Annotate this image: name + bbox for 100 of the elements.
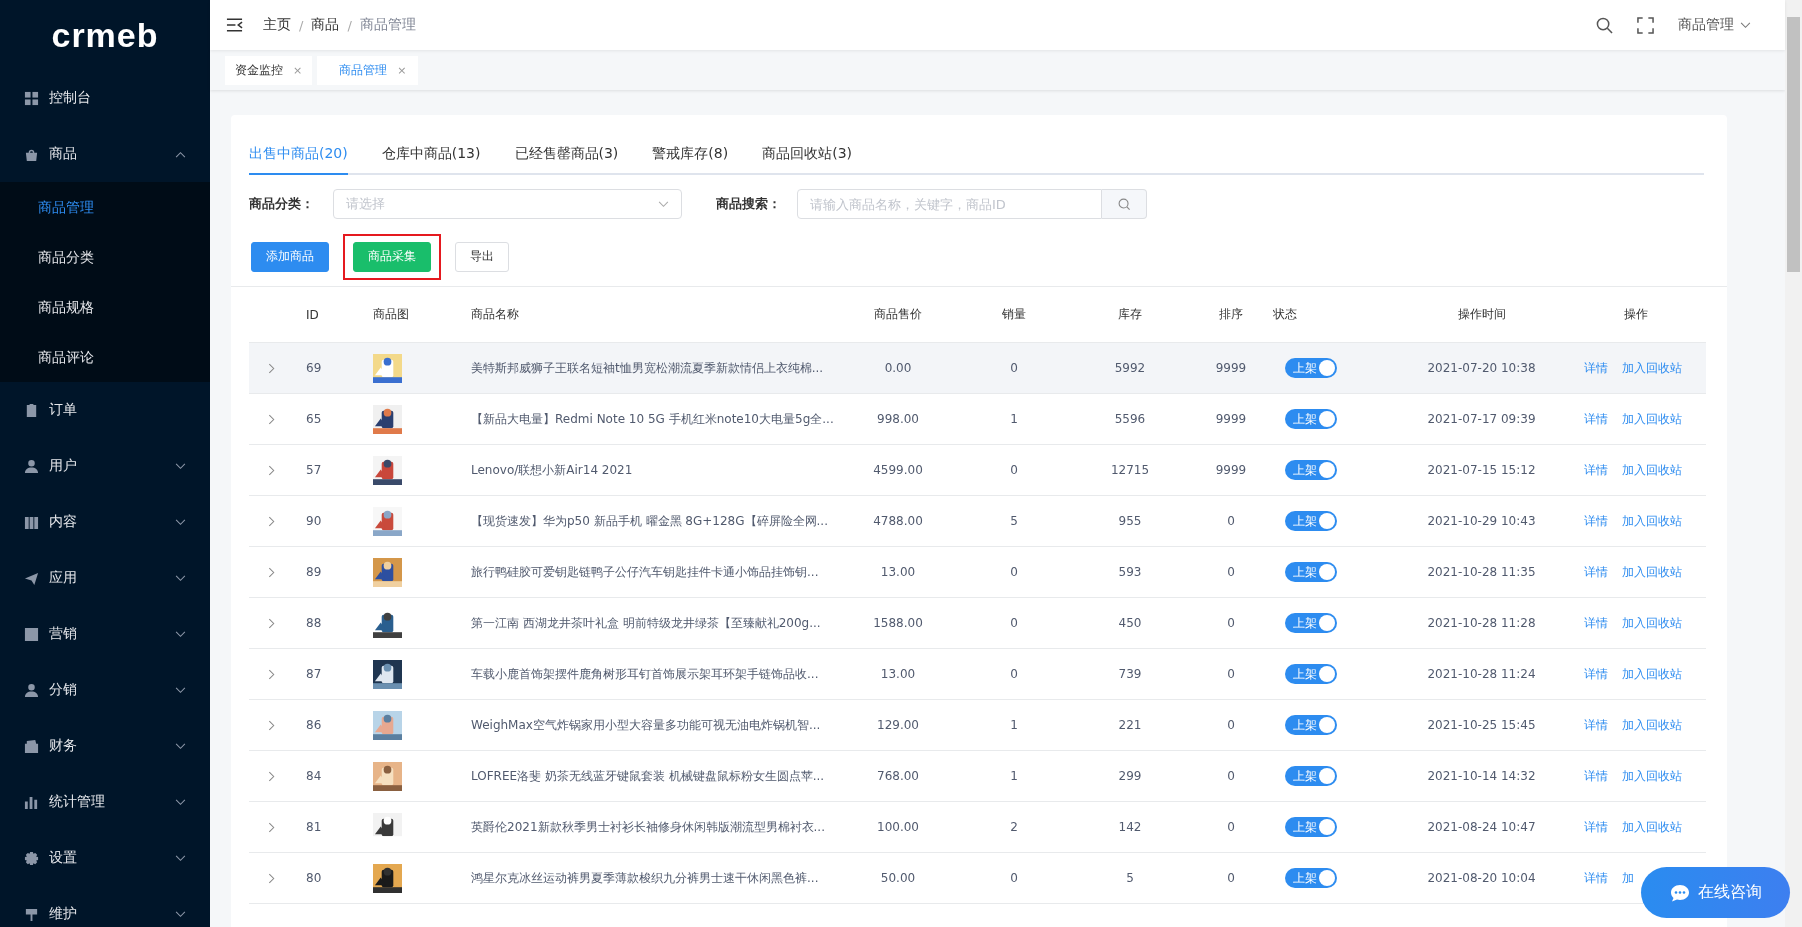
menu-item[interactable]: 应用 (0, 550, 210, 606)
action-link[interactable]: 加入回收站 (1622, 665, 1682, 683)
status-switch[interactable]: 上架 (1285, 715, 1337, 735)
table-cell: 129.00 (877, 718, 919, 732)
search-icon[interactable] (1596, 16, 1613, 34)
status-switch[interactable]: 上架 (1285, 409, 1337, 429)
action-link[interactable]: 加 (1622, 869, 1634, 887)
table-cell: 4788.00 (873, 514, 923, 528)
action-link[interactable]: 加入回收站 (1622, 512, 1682, 530)
status-switch[interactable]: 上架 (1285, 664, 1337, 684)
status-switch[interactable]: 上架 (1285, 613, 1337, 633)
action-link[interactable]: 详情 (1584, 614, 1608, 632)
table-cell: 84 (306, 769, 322, 783)
table-cell: 0 (1010, 565, 1018, 579)
expand-icon[interactable] (268, 770, 275, 782)
page-tag[interactable]: 资金监控 × (225, 55, 313, 85)
action-link[interactable]: 详情 (1584, 665, 1608, 683)
action-button[interactable]: 添加商品 (251, 241, 329, 272)
action-button[interactable]: 导出 (455, 241, 509, 272)
menu-item[interactable]: 商品 (0, 126, 210, 182)
expand-icon[interactable] (268, 413, 275, 425)
action-link[interactable]: 加入回收站 (1622, 461, 1682, 479)
action-link[interactable]: 详情 (1584, 410, 1608, 428)
status-switch[interactable]: 上架 (1285, 511, 1337, 531)
action-link[interactable]: 加入回收站 (1622, 563, 1682, 581)
expand-icon[interactable] (268, 515, 275, 527)
tab[interactable]: 仓库中商品(13) (381, 145, 481, 175)
expand-icon[interactable] (268, 821, 275, 833)
action-link[interactable]: 详情 (1584, 869, 1608, 887)
expand-icon[interactable] (268, 362, 275, 374)
search-field[interactable]: 请输入商品名称，关键字，商品ID (797, 189, 1102, 219)
action-link[interactable]: 详情 (1584, 512, 1608, 530)
menu-item[interactable]: 设置 (0, 830, 210, 886)
menu-item[interactable]: 用户 (0, 438, 210, 494)
action-link[interactable]: 详情 (1584, 461, 1608, 479)
page-tag[interactable]: 商品管理 × (317, 55, 419, 85)
status-switch[interactable]: 上架 (1285, 817, 1337, 837)
menu-item[interactable]: 维护 (0, 886, 210, 927)
scrollbar[interactable] (1785, 0, 1802, 927)
action-button[interactable]: 商品采集 (353, 241, 431, 272)
status-switch[interactable]: 上架 (1285, 562, 1337, 582)
tab[interactable]: 已经售罄商品(3) (514, 145, 619, 175)
action-link[interactable]: 详情 (1584, 359, 1608, 377)
table-cell: 0 (1227, 616, 1235, 630)
submenu-item[interactable]: 商品分类 (0, 232, 210, 282)
tab[interactable]: 商品回收站(3) (762, 145, 853, 175)
status-switch[interactable]: 上架 (1285, 766, 1337, 786)
chevron-icon (175, 742, 186, 750)
breadcrumb-item[interactable]: 商品 (311, 16, 340, 34)
action-link[interactable]: 加入回收站 (1622, 359, 1682, 377)
action-link[interactable]: 加入回收站 (1622, 716, 1682, 734)
table-cell: 0 (1010, 616, 1018, 630)
table-cell: 0 (1227, 718, 1235, 732)
chat-button[interactable]: 在线咨询 (1641, 867, 1790, 918)
menu-icon[interactable] (226, 18, 243, 32)
expand-icon[interactable] (268, 719, 275, 731)
action-link[interactable]: 加入回收站 (1622, 410, 1682, 428)
expand-icon[interactable] (268, 668, 275, 680)
column-header: 商品名称 (471, 306, 519, 323)
menu-item[interactable]: 营销 (0, 606, 210, 662)
table-cell: 50.00 (880, 871, 916, 885)
status-switch[interactable]: 上架 (1285, 868, 1337, 888)
submenu-item[interactable]: 商品评论 (0, 332, 210, 382)
action-link[interactable]: 加入回收站 (1622, 818, 1682, 836)
expand-icon[interactable] (268, 872, 275, 884)
column-header: 操作时间 (1457, 306, 1506, 323)
submenu-item[interactable]: 商品管理 (0, 182, 210, 232)
action-link[interactable]: 详情 (1584, 818, 1608, 836)
menu-item[interactable]: 统计管理 (0, 774, 210, 830)
user-menu[interactable]: 商品管理 (1678, 16, 1734, 34)
action-link[interactable]: 加入回收站 (1622, 767, 1682, 785)
search-button[interactable] (1102, 189, 1147, 219)
table-cell: 12715 (1110, 463, 1150, 477)
menu-item[interactable]: 财务 (0, 718, 210, 774)
table-cell: 0 (1010, 463, 1018, 477)
menu-icon (24, 626, 39, 642)
status-switch[interactable]: 上架 (1285, 460, 1337, 480)
table-cell: 142 (1118, 820, 1142, 834)
tab[interactable]: 警戒库存(8) (652, 145, 729, 175)
fullscreen-icon[interactable] (1637, 16, 1654, 34)
menu-item[interactable]: 订单 (0, 382, 210, 438)
table-cell: 5 (1126, 871, 1134, 885)
action-link[interactable]: 详情 (1584, 563, 1608, 581)
menu-label: 订单 (49, 401, 78, 419)
tab[interactable]: 出售中商品(20) (249, 145, 348, 175)
menu-item[interactable]: 分销 (0, 662, 210, 718)
menu-item[interactable]: 内容 (0, 494, 210, 550)
expand-icon[interactable] (268, 566, 275, 578)
action-link[interactable]: 加入回收站 (1622, 614, 1682, 632)
menu-item[interactable]: 控制台 (0, 70, 210, 126)
expand-icon[interactable] (268, 464, 275, 476)
action-link[interactable]: 详情 (1584, 716, 1608, 734)
breadcrumb-item[interactable]: 主页 (263, 16, 291, 34)
submenu-item[interactable]: 商品规格 (0, 282, 210, 332)
action-link[interactable]: 详情 (1584, 767, 1608, 785)
status-switch[interactable]: 上架 (1285, 358, 1337, 378)
logo: crmeb (50, 14, 160, 56)
menu-label: 维护 (49, 905, 78, 923)
table-cell: 768.00 (877, 769, 919, 783)
expand-icon[interactable] (268, 617, 275, 629)
